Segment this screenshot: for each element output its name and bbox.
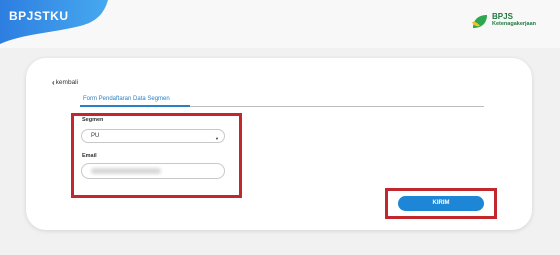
back-link-label: kembali xyxy=(55,78,79,86)
brand-logo: BPJS Ketenagakerjaan xyxy=(470,10,550,32)
app-logo: BPJSTKU xyxy=(9,9,69,23)
brand-subtitle: Ketenagakerjaan xyxy=(492,21,537,27)
app-header: BPJSTKU BPJS Ketenagakerjaan xyxy=(0,0,560,48)
brand-name: BPJS xyxy=(492,12,513,21)
chevron-left-icon: ‹ xyxy=(52,77,55,87)
fields-highlight-box xyxy=(71,113,242,198)
brand-leaf-icon xyxy=(472,15,487,28)
form-title: Form Pendaftaran Data Segmen xyxy=(83,96,170,102)
app-logo-background xyxy=(0,0,108,44)
title-divider-accent xyxy=(80,105,190,107)
back-link[interactable]: ‹ kembali xyxy=(52,77,78,87)
submit-highlight-box xyxy=(385,188,497,219)
